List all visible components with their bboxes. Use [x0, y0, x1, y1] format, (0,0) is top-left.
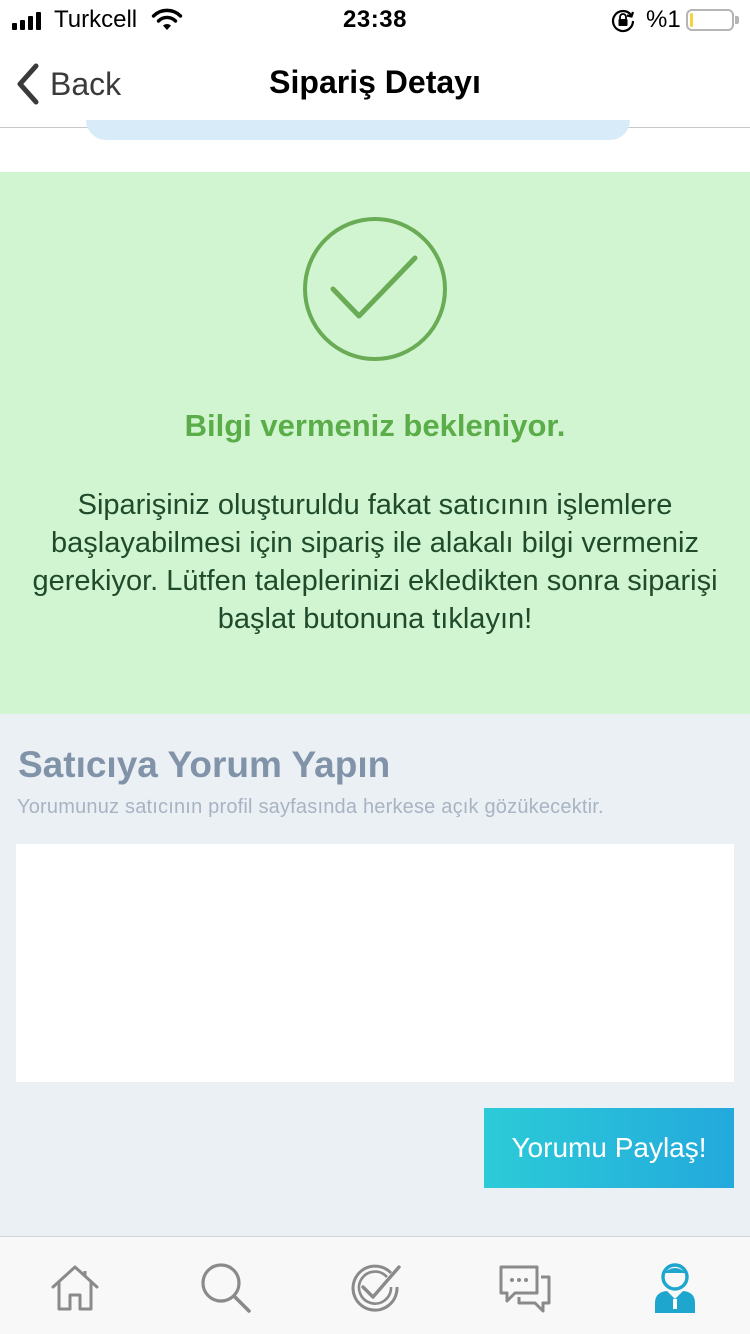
tab-orders[interactable] [345, 1257, 405, 1317]
check-badge-icon [351, 1264, 401, 1312]
status-heading: Bilgi vermeniz bekleniyor. [184, 408, 566, 443]
navigation-bar: Back Sipariş Detayı [0, 40, 750, 128]
comment-section-title: Satıcıya Yorum Yapın [18, 744, 391, 785]
comment-section-subtitle: Yorumunuz satıcının profil sayfasında he… [17, 796, 604, 818]
home-icon [51, 1265, 99, 1311]
status-bar: Turkcell 23:38 %1 [0, 0, 750, 40]
tab-search[interactable] [195, 1257, 255, 1317]
status-time: 23:38 [343, 6, 407, 33]
page-title: Sipariş Detayı [269, 64, 481, 100]
battery-icon [686, 9, 739, 31]
battery-level [690, 13, 693, 27]
seller-comment-section: Satıcıya Yorum Yapın Yorumunuz satıcının… [0, 714, 750, 1236]
battery-percent: %1 [646, 6, 681, 33]
order-status-panel: Bilgi vermeniz bekleniyor. Siparişiniz o… [0, 172, 750, 714]
tab-bar [0, 1236, 750, 1334]
share-comment-button[interactable]: Yorumu Paylaş! [484, 1108, 734, 1188]
comment-textarea[interactable] [16, 844, 734, 1082]
tab-profile[interactable] [645, 1257, 705, 1317]
tab-messages[interactable] [495, 1257, 555, 1317]
search-icon [201, 1263, 251, 1313]
chat-icon [499, 1265, 551, 1313]
scrolled-header-remnant [86, 120, 630, 140]
tab-home[interactable] [45, 1257, 105, 1317]
orientation-lock-icon [611, 9, 635, 33]
profile-icon [655, 1263, 695, 1313]
status-message: Siparişiniz oluşturuldu fakat satıcının … [32, 489, 718, 635]
check-circle-icon [303, 217, 447, 361]
